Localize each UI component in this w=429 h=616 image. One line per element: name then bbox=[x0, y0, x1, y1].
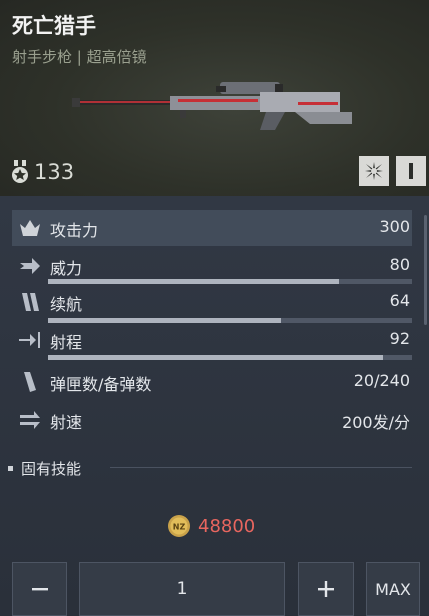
bar-icon bbox=[409, 163, 413, 179]
scrollbar[interactable] bbox=[424, 215, 427, 325]
stat-row-range: 射程 92 bbox=[12, 322, 412, 358]
plus-icon bbox=[318, 581, 334, 597]
spark-button[interactable] bbox=[359, 156, 389, 186]
stat-label: 威力 bbox=[50, 259, 83, 278]
range-icon bbox=[19, 332, 40, 348]
skills-section-title: 固有技能 bbox=[8, 458, 81, 479]
stat-label: 续航 bbox=[50, 295, 83, 314]
price: NZ 48800 bbox=[167, 514, 255, 538]
firerate-icon bbox=[20, 411, 40, 429]
level-value: 133 bbox=[34, 160, 75, 184]
stat-value: 92 bbox=[389, 329, 410, 348]
magazine-icon bbox=[24, 372, 36, 392]
decrease-quantity-button[interactable] bbox=[12, 562, 67, 616]
stat-label: 攻击力 bbox=[50, 221, 99, 240]
nz-coin-icon: NZ bbox=[168, 515, 190, 537]
progress-fill bbox=[48, 355, 383, 360]
stat-label: 射程 bbox=[50, 333, 83, 352]
weapon-subtitle: 射手步枪 | 超高倍镜 bbox=[12, 48, 147, 66]
stat-label: 射速 bbox=[50, 413, 83, 432]
max-quantity-button[interactable]: MAX bbox=[366, 562, 420, 616]
medal-icon bbox=[12, 160, 28, 183]
stat-value: 20/240 bbox=[353, 371, 410, 390]
increase-quantity-button[interactable] bbox=[298, 562, 354, 616]
spark-icon bbox=[365, 162, 383, 180]
crown-icon bbox=[20, 220, 40, 236]
stat-row-magazine: 弹匣数/备弹数 20/240 bbox=[12, 364, 412, 400]
bar-button[interactable] bbox=[396, 156, 426, 186]
rifle-image bbox=[72, 82, 352, 130]
arrow-icon bbox=[20, 258, 40, 274]
stat-row-endurance: 续航 64 bbox=[12, 284, 412, 320]
speed-icon bbox=[22, 293, 39, 311]
svg-text:NZ: NZ bbox=[173, 523, 186, 532]
minus-icon bbox=[31, 588, 48, 591]
weapon-name: 死亡猎手 bbox=[12, 14, 96, 38]
section-divider bbox=[110, 467, 412, 468]
quantity-input[interactable]: 1 bbox=[79, 562, 285, 616]
bullet-icon bbox=[8, 466, 13, 471]
weapon-level: 133 bbox=[10, 160, 74, 184]
stat-value: 300 bbox=[379, 217, 410, 236]
stat-label: 弹匣数/备弹数 bbox=[50, 375, 152, 394]
stat-row-firerate: 射速 200发/分 bbox=[12, 402, 412, 438]
stat-value: 80 bbox=[389, 255, 410, 274]
price-amount: 48800 bbox=[198, 515, 256, 537]
range-progress-bar bbox=[48, 355, 412, 360]
stat-row-attack: 攻击力 300 bbox=[12, 210, 412, 246]
stat-value: 200发/分 bbox=[342, 413, 410, 432]
stat-value: 64 bbox=[389, 291, 410, 310]
weapon-preview-header: 死亡猎手 射手步枪 | 超高倍镜 133 bbox=[0, 0, 429, 196]
